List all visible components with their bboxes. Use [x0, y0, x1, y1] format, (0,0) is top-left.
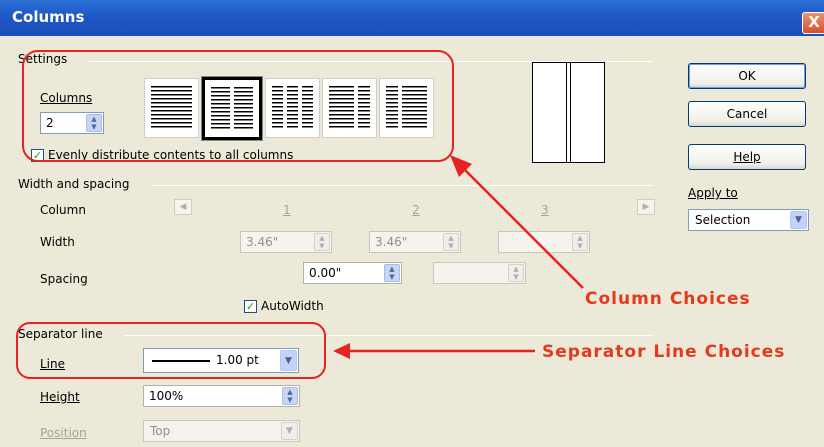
separator-choices-arrowhead: [333, 343, 350, 359]
column-choices-annotation: Column Choices: [585, 289, 751, 309]
column-choices-arrow-line: [459, 164, 584, 289]
annotation-arrows: [333, 155, 584, 359]
separator-choices-annotation: Separator Line Choices: [542, 342, 786, 362]
